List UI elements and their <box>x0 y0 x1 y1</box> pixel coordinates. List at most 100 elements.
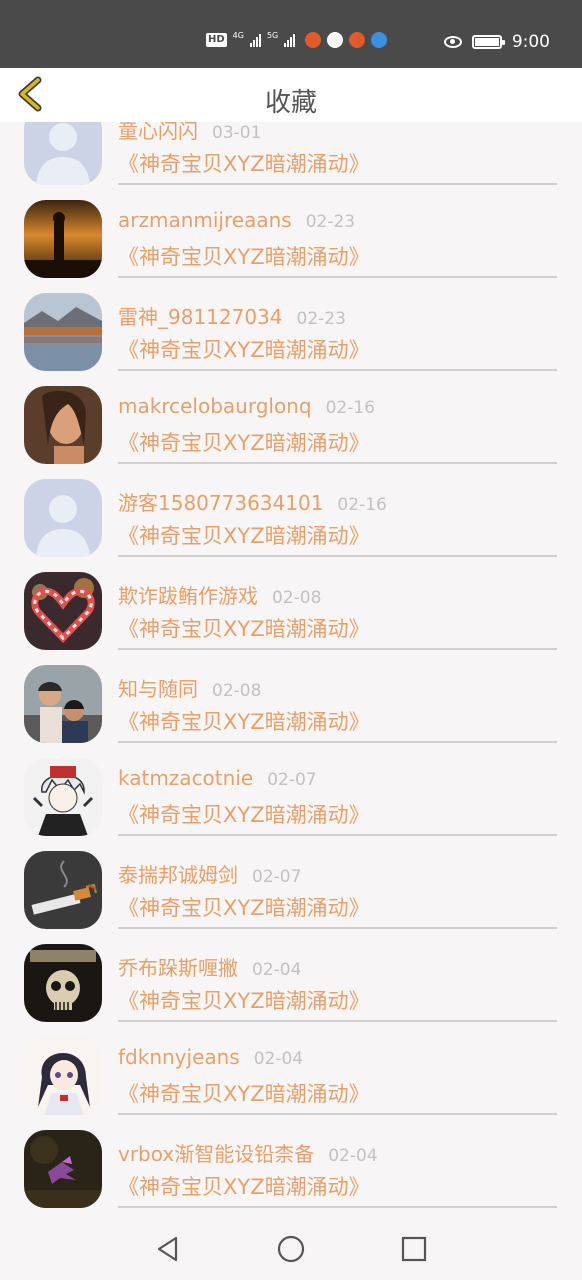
name-line: 童心闪闪 03-01 <box>118 122 261 144</box>
favorite-row[interactable]: fdknnyjeans 02-04 《神奇宝贝XYZ暗潮涌动》 <box>0 1023 582 1116</box>
avatar[interactable] <box>24 572 102 650</box>
favorites-list[interactable]: 童心闪闪 03-01 《神奇宝贝XYZ暗潮涌动》 arzmanmijreaans 02-… <box>0 122 582 1217</box>
avatar[interactable] <box>24 665 102 743</box>
game-title-link[interactable]: 《神奇宝贝XYZ暗潮涌动》 <box>118 427 370 457</box>
row-divider <box>118 555 557 557</box>
username[interactable]: 游客1580773634101 <box>118 491 323 515</box>
signal-icon <box>249 33 261 47</box>
game-title-link[interactable]: 《神奇宝贝XYZ暗潮涌动》 <box>118 706 370 736</box>
avatar[interactable] <box>24 944 102 1022</box>
lake-landscape-avatar-image <box>24 293 102 371</box>
nav-header: 收藏 <box>0 68 582 122</box>
favorite-date: 02-16 <box>325 398 375 418</box>
favorite-row[interactable]: 童心闪闪 03-01 《神奇宝贝XYZ暗潮涌动》 <box>0 122 582 186</box>
row-divider <box>118 1206 557 1208</box>
avatar[interactable] <box>24 758 102 836</box>
favorite-date: 02-07 <box>252 867 302 887</box>
username[interactable]: 泰揣邦诚姆剑 <box>118 863 238 887</box>
status-icons-right: 9:00 <box>443 32 550 52</box>
nav-home-button[interactable] <box>277 1235 305 1263</box>
name-line: 知与随同 02-08 <box>118 673 261 702</box>
favorite-row[interactable]: 知与随同 02-08 《神奇宝贝XYZ暗潮涌动》 <box>0 651 582 744</box>
favorite-date: 02-08 <box>272 588 322 608</box>
favorite-row[interactable]: arzmanmijreaans 02-23 《神奇宝贝XYZ暗潮涌动》 <box>0 186 582 279</box>
username[interactable]: arzmanmijreaans <box>118 208 292 232</box>
cigarette-avatar-image <box>24 851 102 929</box>
anime-girl-avatar-image <box>24 1037 102 1115</box>
kids-photo-avatar-image <box>24 665 102 743</box>
favorite-row[interactable]: 游客1580773634101 02-16 《神奇宝贝XYZ暗潮涌动》 <box>0 465 582 558</box>
favorite-row[interactable]: 泰揣邦诚姆剑 02-07 《神奇宝贝XYZ暗潮涌动》 <box>0 837 582 930</box>
row-divider <box>118 276 557 278</box>
name-line: makrcelobaurglonq 02-16 <box>118 394 375 418</box>
row-divider <box>118 648 557 650</box>
default-avatar-image <box>24 479 102 557</box>
username[interactable]: 童心闪闪 <box>118 122 198 143</box>
candy-heart-avatar-image <box>24 572 102 650</box>
game-title-link[interactable]: 《神奇宝贝XYZ暗潮涌动》 <box>118 520 370 550</box>
row-divider <box>118 1020 557 1022</box>
game-title-link[interactable]: 《神奇宝贝XYZ暗潮涌动》 <box>118 985 370 1015</box>
status-icons-left: HD 4G 5G <box>206 30 388 48</box>
game-title-link[interactable]: 《神奇宝贝XYZ暗潮涌动》 <box>118 613 370 643</box>
username[interactable]: fdknnyjeans <box>118 1045 240 1069</box>
game-title-link[interactable]: 《神奇宝贝XYZ暗潮涌动》 <box>118 241 370 271</box>
username[interactable]: katmzacotnie <box>118 766 253 790</box>
favorite-date: 02-04 <box>253 1049 304 1069</box>
avatar[interactable] <box>24 122 102 185</box>
favorite-row[interactable]: 乔布跺斯喱撇 02-04 《神奇宝贝XYZ暗潮涌动》 <box>0 930 582 1023</box>
nav-recents-button[interactable] <box>400 1235 428 1263</box>
name-line: 游客1580773634101 02-16 <box>118 487 387 516</box>
system-nav-bar <box>0 1217 582 1280</box>
avatar[interactable] <box>24 851 102 929</box>
username[interactable]: 欺诈跋鲔作游戏 <box>118 584 258 608</box>
sunset-silhouette-avatar-image <box>24 200 102 278</box>
triangle-back-icon <box>157 1236 178 1262</box>
username[interactable]: 雷神_981127034 <box>118 305 283 329</box>
favorite-row[interactable]: vrbox渐智能设铅柰备 02-04 《神奇宝贝XYZ暗潮涌动》 <box>0 1116 582 1209</box>
favorite-row[interactable]: katmzacotnie 02-07 《神奇宝贝XYZ暗潮涌动》 <box>0 744 582 837</box>
clock: 9:00 <box>511 32 550 52</box>
name-line: fdknnyjeans 02-04 <box>118 1045 303 1069</box>
name-line: 泰揣邦诚姆剑 02-07 <box>118 859 301 888</box>
portrait-woman-avatar-image <box>24 386 102 464</box>
username[interactable]: 乔布跺斯喱撇 <box>118 956 238 980</box>
favorite-row[interactable]: 欺诈跋鲔作游戏 02-08 《神奇宝贝XYZ暗潮涌动》 <box>0 558 582 651</box>
game-title-link[interactable]: 《神奇宝贝XYZ暗潮涌动》 <box>118 1171 370 1201</box>
eye-comfort-icon <box>443 36 462 48</box>
status-bar: HD 4G 5G 9:00 <box>0 0 582 68</box>
game-title-link[interactable]: 《神奇宝贝XYZ暗潮涌动》 <box>118 334 370 364</box>
favorite-date: 02-08 <box>212 681 262 701</box>
favorite-row[interactable]: makrcelobaurglonq 02-16 《神奇宝贝XYZ暗潮涌动》 <box>0 372 582 465</box>
row-divider <box>118 462 557 464</box>
hd-icon: HD <box>206 33 227 47</box>
square-recents-icon <box>401 1236 427 1262</box>
net-4g-label: 4G <box>232 30 244 40</box>
game-title-link[interactable]: 《神奇宝贝XYZ暗潮涌动》 <box>118 799 370 829</box>
username[interactable]: 知与随同 <box>118 677 198 701</box>
avatar[interactable] <box>24 1037 102 1115</box>
circle-home-icon <box>277 1235 305 1263</box>
nav-back-button[interactable] <box>154 1235 182 1263</box>
avatar[interactable] <box>24 200 102 278</box>
favorite-date: 03-01 <box>212 123 262 143</box>
avatar[interactable] <box>24 293 102 371</box>
username[interactable]: makrcelobaurglonq <box>118 394 312 418</box>
anime-boy-avatar-image <box>24 758 102 836</box>
game-title-link[interactable]: 《神奇宝贝XYZ暗潮涌动》 <box>118 892 370 922</box>
name-line: 欺诈跋鲔作游戏 02-08 <box>118 580 321 609</box>
avatar[interactable] <box>24 479 102 557</box>
avatar[interactable] <box>24 386 102 464</box>
game-title-link[interactable]: 《神奇宝贝XYZ暗潮涌动》 <box>118 1078 370 1108</box>
favorite-date: 02-23 <box>305 212 356 232</box>
name-line: katmzacotnie 02-07 <box>118 766 317 790</box>
avatar[interactable] <box>24 1130 102 1208</box>
game-title-link[interactable]: 《神奇宝贝XYZ暗潮涌动》 <box>118 148 370 178</box>
name-line: 乔布跺斯喱撇 02-04 <box>118 952 301 981</box>
favorite-date: 02-16 <box>337 495 387 515</box>
username[interactable]: vrbox渐智能设铅柰备 <box>118 1142 314 1166</box>
favorite-row[interactable]: 雷神_981127034 02-23 《神奇宝贝XYZ暗潮涌动》 <box>0 279 582 372</box>
name-line: arzmanmijreaans 02-23 <box>118 208 355 232</box>
favorite-date: 02-04 <box>252 960 302 980</box>
signal-icon-2 <box>284 33 296 47</box>
